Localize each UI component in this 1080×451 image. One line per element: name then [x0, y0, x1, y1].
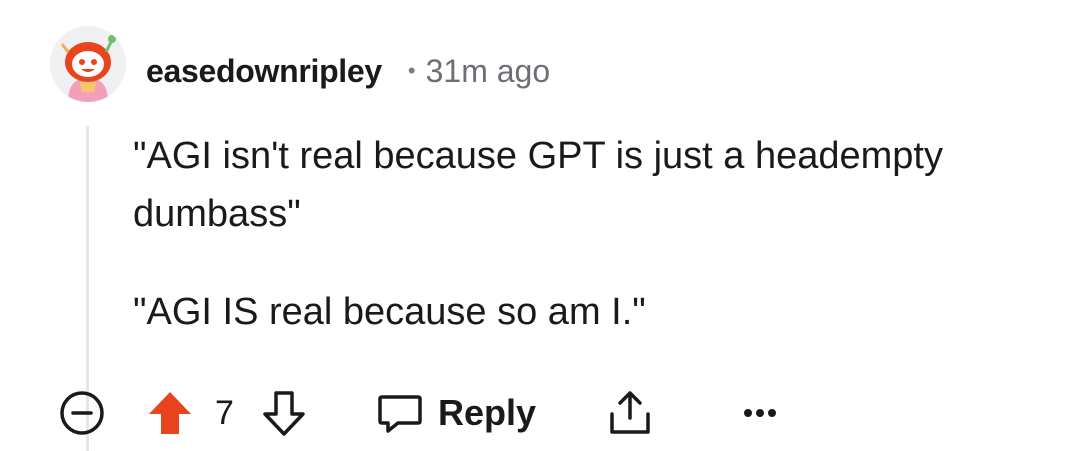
comment-body: "AGI isn't real because GPT is just a he… — [133, 127, 1033, 381]
collapse-button[interactable] — [58, 386, 106, 440]
speech-bubble-icon — [378, 395, 422, 433]
snoo-avatar-icon — [50, 26, 126, 102]
comment-header: easedownripley • 31m ago — [146, 46, 550, 96]
comment-paragraph: "AGI IS real because so am I." — [133, 291, 646, 333]
more-options-button[interactable] — [740, 386, 780, 440]
share-button[interactable] — [606, 386, 654, 440]
separator-dot: • — [407, 58, 416, 83]
arrow-up-filled-icon — [149, 392, 191, 434]
share-upload-icon — [610, 391, 650, 434]
reply-button[interactable]: Reply — [376, 386, 536, 440]
more-horizontal-icon — [744, 409, 776, 417]
vote-score: 7 — [215, 393, 234, 432]
username[interactable]: easedownripley — [146, 53, 382, 90]
upvote-button[interactable] — [146, 386, 194, 440]
downvote-button[interactable] — [260, 386, 308, 440]
avatar[interactable] — [50, 26, 126, 102]
reply-label: Reply — [438, 392, 537, 433]
timestamp: 31m ago — [425, 52, 551, 89]
arrow-down-outline-icon — [263, 391, 305, 436]
minus-circle-icon — [60, 391, 104, 435]
comment-paragraph: "AGI isn't real because GPT is just a he… — [133, 135, 943, 235]
comment-actions: 7 Reply — [50, 386, 810, 440]
